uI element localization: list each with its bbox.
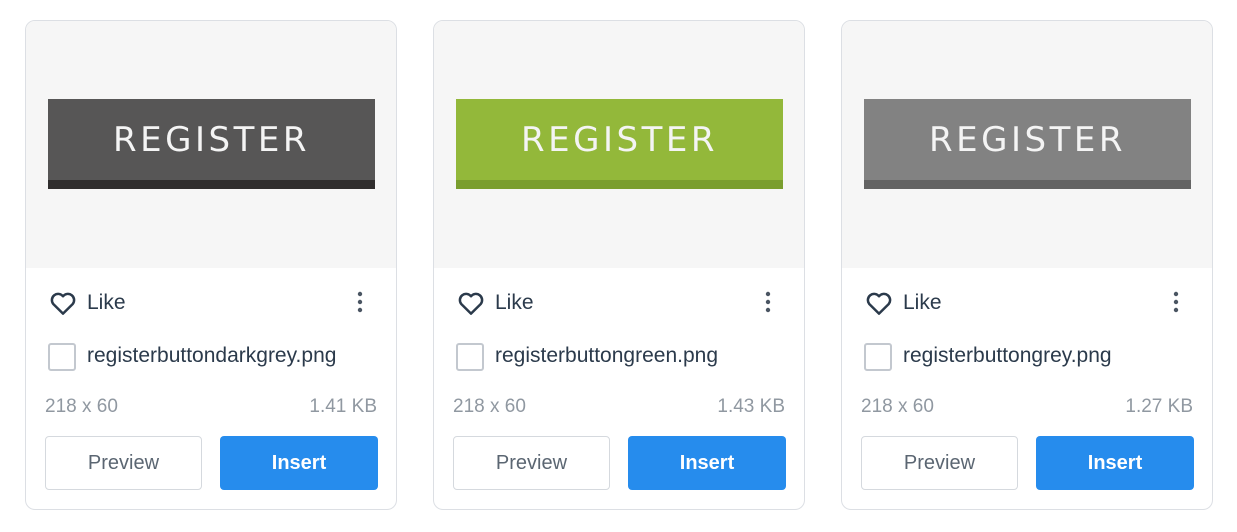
more-options-button[interactable] — [756, 290, 780, 318]
more-options-button[interactable] — [1164, 290, 1188, 318]
image-dimensions: 218 x 60 — [45, 396, 118, 417]
register-button-image: REGISTER — [456, 99, 783, 189]
register-button-image-text: REGISTER — [929, 120, 1126, 160]
file-size: 1.27 KB — [1125, 396, 1193, 417]
like-button[interactable]: Like — [48, 288, 126, 318]
preview-button[interactable]: Preview — [45, 436, 202, 490]
preview-button[interactable]: Preview — [861, 436, 1018, 490]
register-button-image: REGISTER — [48, 99, 375, 189]
image-thumbnail[interactable]: REGISTER — [434, 21, 804, 268]
file-name: registerbuttondarkgrey.png — [87, 344, 337, 367]
like-label: Like — [495, 291, 534, 314]
heart-icon — [48, 288, 78, 318]
image-thumbnail[interactable]: REGISTER — [26, 21, 396, 268]
heart-icon — [864, 288, 894, 318]
file-size: 1.41 KB — [309, 396, 377, 417]
select-checkbox[interactable] — [456, 343, 484, 371]
image-dimensions: 218 x 60 — [453, 396, 526, 417]
like-button[interactable]: Like — [456, 288, 534, 318]
more-vertical-icon — [357, 291, 363, 318]
register-button-image-stripe — [456, 180, 783, 189]
more-vertical-icon — [1173, 291, 1179, 318]
register-button-image: REGISTER — [864, 99, 1191, 189]
register-button-image-text: REGISTER — [521, 120, 718, 160]
insert-button[interactable]: Insert — [628, 436, 786, 490]
like-label: Like — [87, 291, 126, 314]
insert-button[interactable]: Insert — [220, 436, 378, 490]
preview-button[interactable]: Preview — [453, 436, 610, 490]
image-card: REGISTER Like registerbuttongrey.png 218… — [841, 20, 1213, 510]
image-thumbnail[interactable]: REGISTER — [842, 21, 1212, 268]
more-options-button[interactable] — [348, 290, 372, 318]
like-label: Like — [903, 291, 942, 314]
register-button-image-stripe — [864, 180, 1191, 189]
file-name: registerbuttongrey.png — [903, 344, 1112, 367]
register-button-image-stripe — [48, 180, 375, 189]
more-vertical-icon — [765, 291, 771, 318]
image-grid: REGISTER Like registerbuttondarkgrey.png… — [0, 0, 1237, 532]
insert-button[interactable]: Insert — [1036, 436, 1194, 490]
select-checkbox[interactable] — [864, 343, 892, 371]
image-card: REGISTER Like registerbuttongreen.png 21… — [433, 20, 805, 510]
file-name: registerbuttongreen.png — [495, 344, 718, 367]
register-button-image-text: REGISTER — [113, 120, 310, 160]
file-size: 1.43 KB — [717, 396, 785, 417]
select-checkbox[interactable] — [48, 343, 76, 371]
image-dimensions: 218 x 60 — [861, 396, 934, 417]
heart-icon — [456, 288, 486, 318]
image-card: REGISTER Like registerbuttondarkgrey.png… — [25, 20, 397, 510]
like-button[interactable]: Like — [864, 288, 942, 318]
